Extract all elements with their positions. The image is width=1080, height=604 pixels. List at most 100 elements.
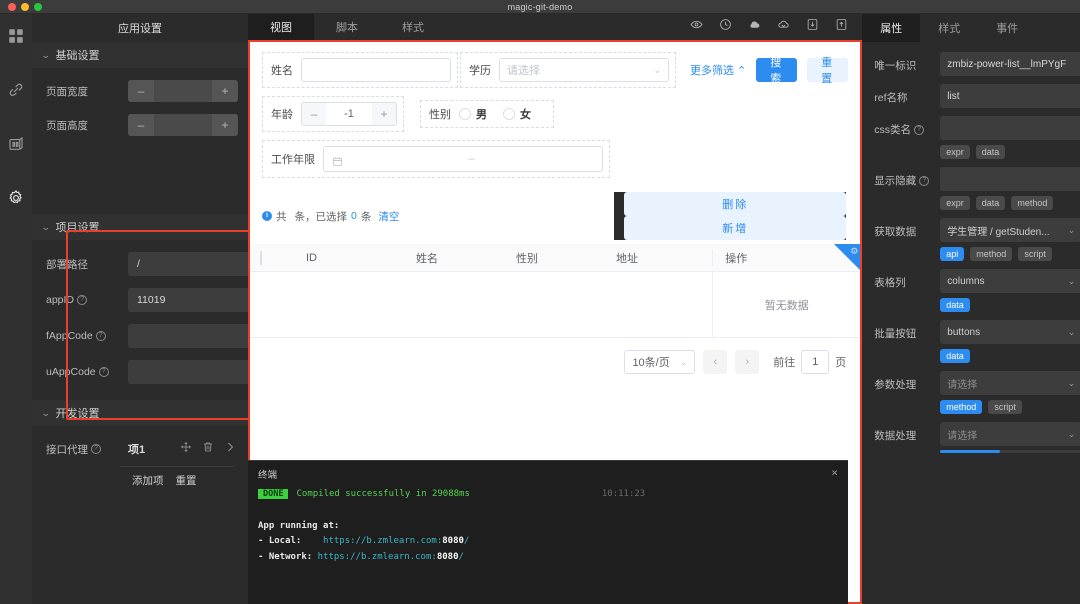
chip-expr[interactable]: expr (940, 145, 970, 159)
ref-name-input[interactable] (940, 84, 1080, 108)
chip-expr[interactable]: expr (940, 196, 970, 210)
component-icon[interactable] (4, 132, 28, 156)
select-all-checkbox[interactable] (260, 250, 262, 265)
uappcode-input[interactable] (128, 360, 248, 384)
chip-script[interactable]: script (1018, 247, 1052, 261)
help-icon[interactable]: ? (914, 124, 925, 135)
chip-method[interactable]: method (970, 247, 1013, 261)
age-stepper[interactable]: – -1 + (301, 102, 397, 126)
close-icon[interactable]: × (831, 466, 838, 479)
select-all-checkbox-cell (250, 250, 294, 265)
link-icon[interactable] (4, 78, 28, 102)
page-width-stepper[interactable]: – + (128, 80, 238, 102)
chip-script[interactable]: script (988, 400, 1022, 414)
section-header-basic[interactable]: ⌄ 基础设置 (32, 42, 248, 68)
tab-style[interactable]: 样式 (380, 14, 446, 40)
prev-page-button[interactable]: ‹ (703, 350, 728, 374)
reset-proxy-button[interactable]: 重置 (176, 473, 197, 488)
next-page-button[interactable]: › (735, 350, 760, 374)
name-input[interactable] (301, 58, 451, 82)
form-row-2: 年龄 – -1 + 性别 男 女 (262, 96, 848, 132)
data-handler-select[interactable]: 请选择 ⌄ (940, 422, 1080, 446)
help-icon[interactable]: ? (95, 331, 106, 341)
prop-param-handler: 参数处理 请选择 ⌄ method script (874, 371, 1080, 414)
gender-radio-female[interactable]: 女 (503, 106, 531, 122)
terminal-local-url[interactable]: https://b.zmlearn.com: (323, 536, 442, 546)
export-icon[interactable] (835, 18, 848, 36)
gear-icon[interactable]: ⚙ (850, 246, 858, 257)
chip-data[interactable]: data (940, 349, 970, 363)
move-icon[interactable] (180, 440, 192, 458)
tab-properties[interactable]: 属性 (862, 14, 921, 42)
prop-control: 请选择 ⌄ (940, 422, 1080, 453)
grid-icon[interactable] (4, 24, 28, 48)
gear-icon[interactable] (4, 186, 28, 210)
cloud-download-icon[interactable] (777, 18, 790, 36)
unique-id-input[interactable] (940, 52, 1080, 76)
fetch-data-select[interactable]: 学生管理 / getStuden... ⌄ (940, 218, 1080, 242)
tab-script[interactable]: 脚本 (314, 14, 380, 40)
help-icon[interactable]: ? (91, 444, 101, 454)
age-minus-button[interactable]: – (302, 103, 326, 125)
terminal-network-url[interactable]: https://b.zmlearn.com: (318, 552, 437, 562)
gender-radio-male[interactable]: 男 (459, 106, 487, 122)
label-name: 姓名 (271, 65, 293, 77)
help-icon[interactable]: ? (919, 175, 930, 186)
table-columns-select[interactable]: columns ⌄ (940, 269, 1080, 293)
history-icon[interactable] (719, 18, 732, 36)
tab-events[interactable]: 事件 (978, 14, 1036, 42)
data-handler-underline (940, 450, 1080, 453)
chip-api[interactable]: api (940, 247, 965, 261)
prop-css-class: css类名 ? expr data (874, 116, 1080, 159)
education-select[interactable]: 请选择 ⌄ (499, 58, 669, 82)
add-button[interactable]: 新增 (624, 216, 847, 240)
page-width-plus-button[interactable]: + (212, 80, 238, 102)
search-button[interactable]: 搜 索 (756, 57, 798, 85)
total-suffix: 条，已选择 (294, 210, 348, 223)
tab-view[interactable]: 视图 (248, 14, 314, 40)
chip-data[interactable]: data (975, 196, 1006, 210)
page-height-plus-button[interactable]: + (212, 114, 238, 136)
cloud-upload-icon[interactable] (748, 18, 761, 36)
section-header-project[interactable]: ⌄ 项目设置 (32, 214, 248, 240)
trash-icon[interactable] (202, 440, 214, 458)
prop-label: css类名 ? (874, 116, 940, 137)
page-size-select[interactable]: 10条/页 ⌄ (624, 350, 696, 374)
import-icon[interactable] (806, 18, 819, 36)
eye-icon[interactable] (690, 18, 703, 36)
clear-selection-link[interactable]: 清空 (378, 209, 399, 224)
delete-button[interactable]: 删除 (624, 192, 847, 216)
form-row-1: 姓名 学历 请选择 ⌄ 更多筛选 ⌃ 搜 索 重 置 (262, 52, 849, 88)
param-handler-select[interactable]: 请选择 ⌄ (940, 371, 1080, 395)
section-body-dev: 接口代理 ? 项1 添加项 重置 (32, 426, 248, 498)
add-item-button[interactable]: 添加项 (132, 473, 164, 488)
goto-page-input[interactable] (801, 350, 830, 374)
help-icon[interactable]: ? (98, 367, 109, 377)
help-icon[interactable]: ? (77, 295, 88, 305)
work-years-daterange[interactable]: – (323, 146, 603, 172)
css-class-input[interactable] (940, 116, 1080, 140)
label-age: 年龄 (271, 109, 293, 121)
chip-method[interactable]: method (940, 400, 983, 414)
deploy-path-input[interactable] (128, 252, 248, 276)
appid-input[interactable] (128, 288, 248, 312)
section-title-basic: 基础设置 (55, 50, 100, 62)
more-filters-link[interactable]: 更多筛选 ⌃ (690, 62, 746, 78)
prop-label: ref名称 (874, 92, 908, 104)
fappcode-input[interactable] (128, 324, 248, 348)
chip-data[interactable]: data (940, 298, 970, 312)
section-header-dev[interactable]: ⌄ 开发设置 (32, 400, 248, 426)
page-width-minus-button[interactable]: – (128, 80, 154, 102)
chevron-right-icon[interactable] (224, 440, 236, 458)
visibility-input[interactable] (940, 167, 1080, 191)
reset-button[interactable]: 重 置 (807, 57, 849, 85)
batch-buttons-select[interactable]: buttons ⌄ (940, 320, 1080, 344)
age-plus-button[interactable]: + (372, 103, 396, 125)
api-proxy-label-text: 接口代理 (46, 443, 88, 456)
page-height-minus-button[interactable]: – (128, 114, 154, 136)
chevron-down-icon: ⌄ (1067, 224, 1076, 235)
tab-styles[interactable]: 样式 (920, 14, 978, 42)
chip-data[interactable]: data (975, 145, 1006, 159)
chip-method[interactable]: method (1011, 196, 1054, 210)
page-height-stepper[interactable]: – + (128, 114, 238, 136)
